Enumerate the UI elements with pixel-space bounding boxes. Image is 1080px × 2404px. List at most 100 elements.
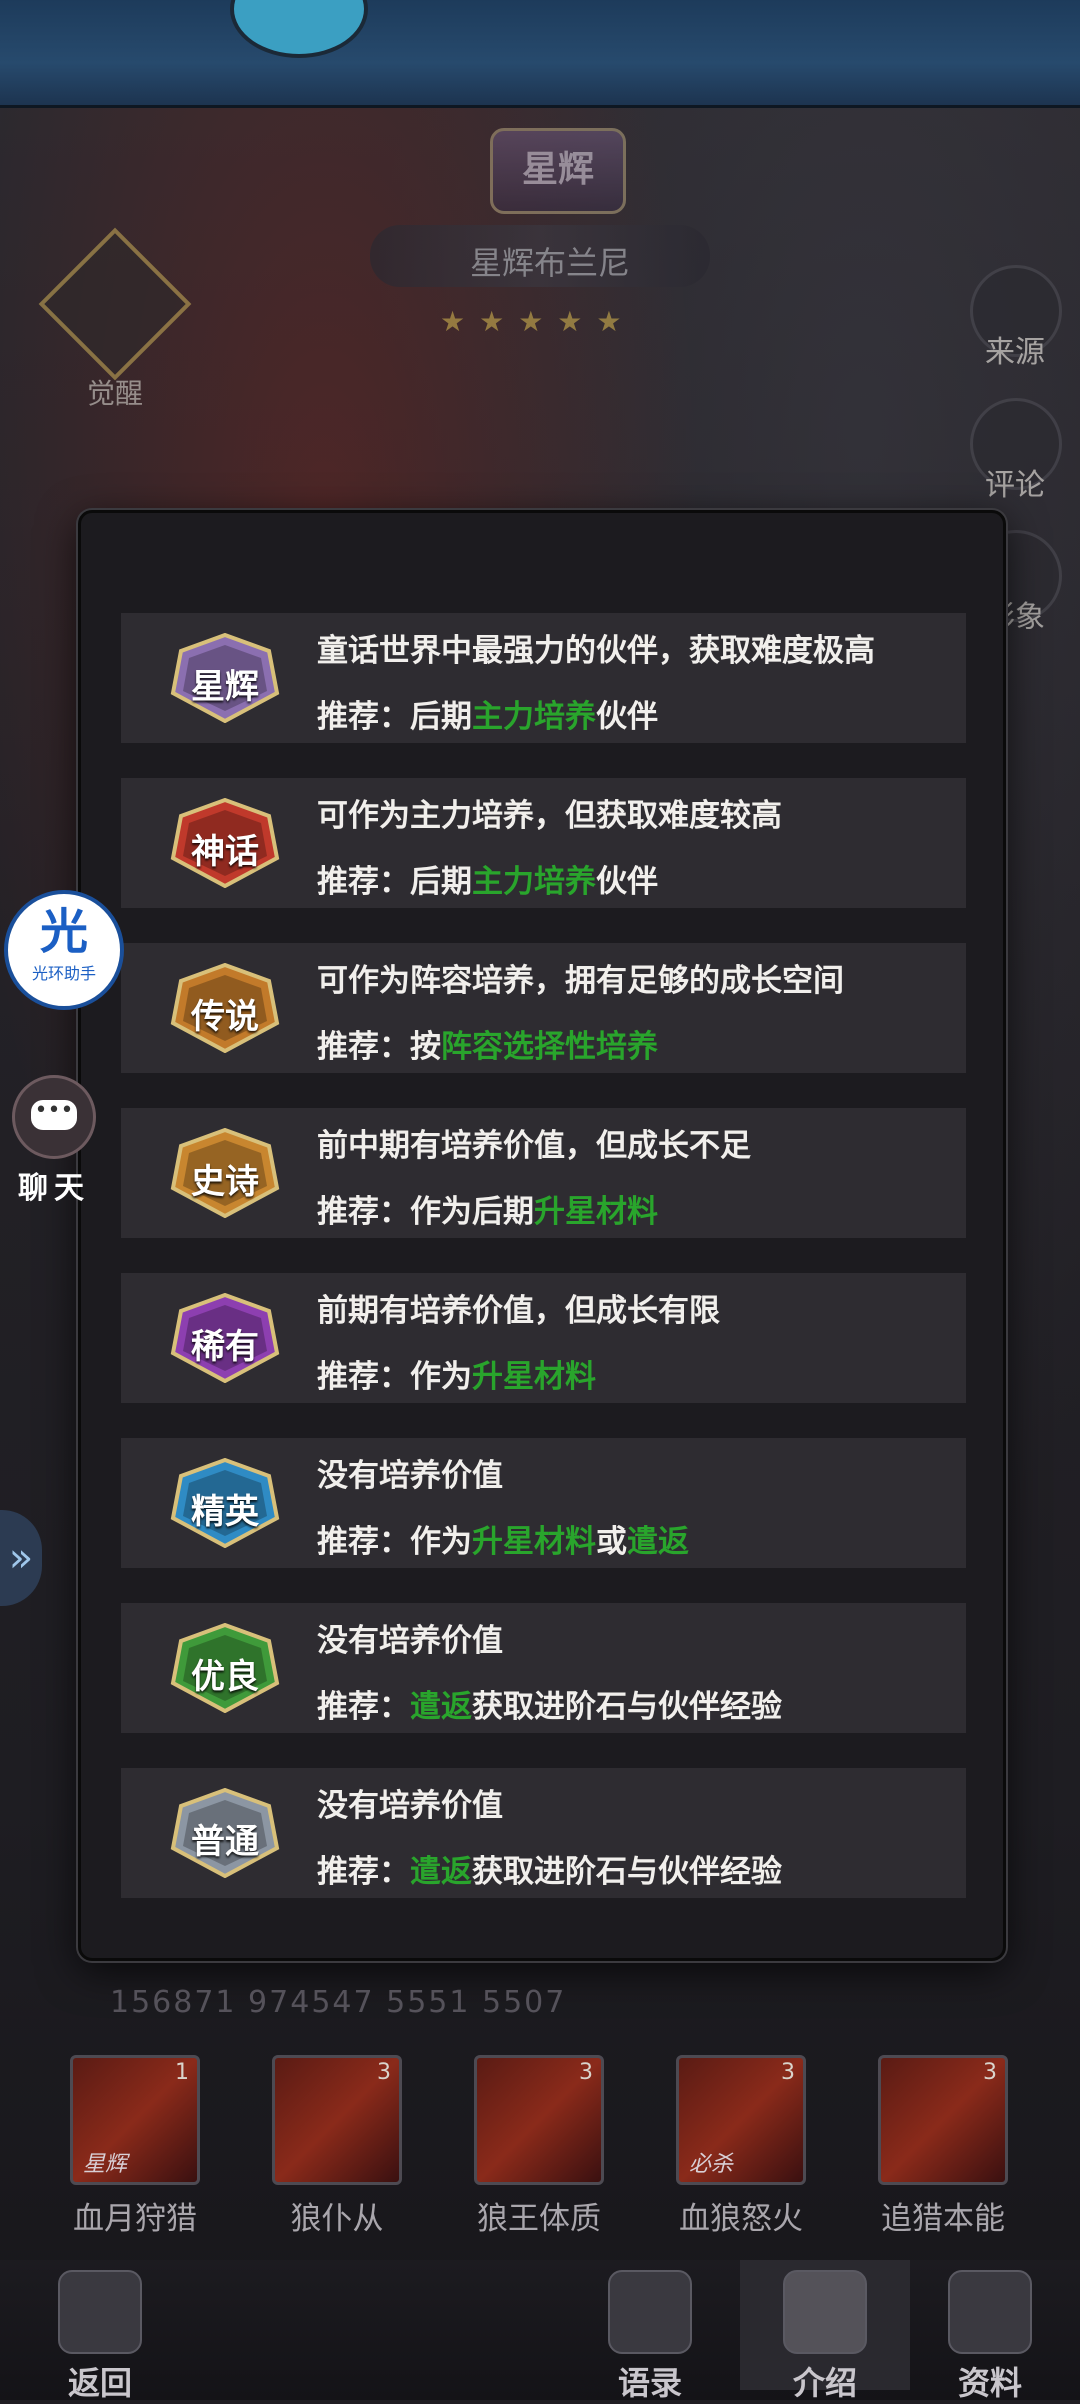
skill-item[interactable]: 1 星辉 血月狩猎 [60,2055,210,2238]
rarity-description: 没有培养价值 [317,1788,503,1824]
rarity-description: 前中期有培养价值，但成长不足 [317,1128,751,1164]
rarity-description: 可作为主力培养，但获取难度较高 [317,798,782,834]
skill-item[interactable]: 3 狼王体质 [464,2055,614,2238]
rec-prefix: 推荐： [317,1689,410,1725]
helper-logo-icon: 光 [39,904,88,960]
rarity-badge-icon: 稀有 [169,1293,281,1383]
rarity-row: 精英 没有培养价值 推荐：作为升星材料或遣返 [121,1438,966,1568]
helper-assistant-button[interactable]: 光 光环助手 [4,890,124,1010]
tab-info[interactable]: 资料 [920,2270,1060,2404]
back-button[interactable]: 返回 [30,2270,170,2404]
skill-icon: 1 星辉 [70,2055,200,2185]
comment-button[interactable]: 评论 [970,398,1062,504]
rarity-badge-icon: 神话 [169,798,281,888]
rarity-badge-icon: 普通 [169,1788,281,1878]
rarity-info-dialog: 星辉 童话世界中最强力的伙伴，获取难度极高 推荐：后期主力培养伙伴 神话 可作为… [78,510,1006,1961]
rarity-badge-label: 星辉 [191,667,259,707]
back-label: 返回 [67,2364,132,2402]
rec-mid: 伙伴 [596,864,658,900]
rarity-recommendation: 推荐：作为后期升星材料 [317,1186,658,1231]
voice-label: 语录 [617,2364,682,2402]
rarity-row: 史诗 前中期有培养价值，但成长不足 推荐：作为后期升星材料 [121,1108,966,1238]
rarity-badge-icon: 优良 [169,1623,281,1713]
rec-highlight: 升星材料 [472,1524,596,1560]
bottom-navigation: 返回 语录 介绍 资料 [0,2260,1080,2402]
top-mascot-icon [230,0,368,58]
rarity-row: 普通 没有培养价值 推荐：遣返获取进阶石与伙伴经验 [121,1768,966,1898]
rarity-description: 没有培养价值 [317,1458,503,1494]
rec-prefix: 推荐：作为后期 [317,1194,534,1230]
rarity-recommendation: 推荐：后期主力培养伙伴 [317,691,658,736]
tab-intro[interactable]: 介绍 [740,2260,910,2402]
rarity-recommendation: 推荐：遣返获取进阶石与伙伴经验 [317,1681,782,1726]
awaken-button[interactable]: 觉醒 [38,227,192,412]
source-button[interactable]: 来源 [970,265,1062,371]
comment-label: 评论 [985,468,1045,503]
skill-icon: 3 [878,2055,1008,2185]
skill-name: 血狼怒火 [679,2201,803,2237]
skill-item[interactable]: 3 狼仆从 [262,2055,412,2238]
rarity-badge-label: 稀有 [191,1327,259,1367]
rec-highlight: 升星材料 [534,1194,658,1230]
rec-highlight: 阵容选择性培养 [441,1029,658,1065]
rarity-row: 优良 没有培养价值 推荐：遣返获取进阶石与伙伴经验 [121,1603,966,1733]
rarity-recommendation: 推荐：遣返获取进阶石与伙伴经验 [317,1846,782,1891]
rec-mid: 伙伴 [596,699,658,735]
rarity-badge-icon: 星辉 [169,633,281,723]
stats-row: 156871 974547 5551 5507 [110,1985,567,2020]
skill-level: 3 [781,2060,795,2085]
microphone-icon [608,2270,692,2354]
skill-level: 3 [579,2060,593,2085]
rarity-badge-label: 传说 [191,997,259,1037]
rarity-recommendation: 推荐：作为升星材料 [317,1351,596,1396]
source-label: 来源 [985,335,1045,370]
skill-level: 1 [175,2060,189,2085]
chat-button[interactable]: ••• 聊天 [4,1075,104,1207]
chat-bubble-icon: ••• [12,1075,96,1159]
skill-level: 3 [983,2060,997,2085]
rec-prefix: 推荐：作为 [317,1359,472,1395]
rec-highlight: 遣返 [410,1689,472,1725]
rarity-badge-label: 史诗 [191,1162,259,1202]
rarity-badge-icon: 精英 [169,1458,281,1548]
rarity-description: 前期有培养价值，但成长有限 [317,1293,720,1329]
skill-tag: 星辉 [83,2152,128,2177]
top-banner [0,0,1080,108]
rarity-recommendation: 推荐：后期主力培养伙伴 [317,856,658,901]
skill-name: 狼王体质 [477,2201,601,2237]
info-label: 资料 [957,2364,1022,2402]
chat-label: 聊天 [18,1171,90,1206]
skill-level: 3 [377,2060,391,2085]
rarity-row: 神话 可作为主力培养，但获取难度较高 推荐：后期主力培养伙伴 [121,778,966,908]
rarity-badge-label: 精英 [191,1492,259,1532]
star-rating: ★★★★★ [440,305,636,338]
skill-icon: 3 必杀 [676,2055,806,2185]
rarity-description: 可作为阵容培养，拥有足够的成长空间 [317,963,844,999]
skill-name: 血月狩猎 [73,2201,197,2237]
tab-voice[interactable]: 语录 [580,2270,720,2404]
rarity-description: 没有培养价值 [317,1623,503,1659]
skill-item[interactable]: 3 追猎本能 [868,2055,1018,2238]
skill-name: 追猎本能 [881,2201,1005,2237]
rec-highlight: 主力培养 [472,864,596,900]
rec-prefix: 推荐：后期 [317,699,472,735]
rec-prefix: 推荐：按 [317,1029,441,1065]
rarity-badge-label: 优良 [191,1657,259,1697]
rarity-row: 星辉 童话世界中最强力的伙伴，获取难度极高 推荐：后期主力培养伙伴 [121,613,966,743]
rec-mid: 获取进阶石与伙伴经验 [472,1689,782,1725]
rec-highlight-2: 遣返 [627,1524,689,1560]
rarity-row: 传说 可作为阵容培养，拥有足够的成长空间 推荐：按阵容选择性培养 [121,943,966,1073]
rec-mid: 获取进阶石与伙伴经验 [472,1854,782,1890]
helper-label: 光环助手 [31,964,96,983]
rec-prefix: 推荐：后期 [317,864,472,900]
skill-tag: 必杀 [689,2152,734,2177]
card-icon [948,2270,1032,2354]
rec-highlight: 遣返 [410,1854,472,1890]
skill-item[interactable]: 3 必杀 血狼怒火 [666,2055,816,2238]
rarity-badge-icon: 传说 [169,963,281,1053]
rec-highlight: 升星材料 [472,1359,596,1395]
rec-prefix: 推荐：作为 [317,1524,472,1560]
rarity-list: 星辉 童话世界中最强力的伙伴，获取难度极高 推荐：后期主力培养伙伴 神话 可作为… [121,613,966,1933]
rarity-description: 童话世界中最强力的伙伴，获取难度极高 [317,633,875,669]
skill-icon: 3 [272,2055,402,2185]
